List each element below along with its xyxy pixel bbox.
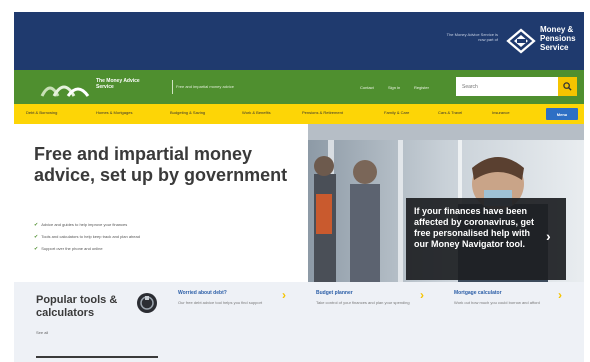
search-input[interactable] <box>456 77 558 96</box>
mas-notice: The Money Advice Service is now part of <box>446 32 498 42</box>
site-header: The Money Advice Service Free and impart… <box>14 70 584 104</box>
hero-section: Free and impartial money advice, set up … <box>14 124 584 282</box>
tool-card-mortgage[interactable]: Mortgage calculator Work out how much yo… <box>454 288 572 334</box>
tool-name: Budget planner <box>316 290 353 296</box>
site-logo-icon[interactable] <box>40 76 92 98</box>
popular-tools: Popular tools & calculators See all Worr… <box>14 282 584 362</box>
nav-item-pensions[interactable]: Pensions & Retirement <box>302 110 343 115</box>
hero-title: Free and impartial money advice, set up … <box>34 144 288 185</box>
tool-desc: Take control of your finances and plan y… <box>316 300 410 305</box>
search-icon <box>563 82 572 91</box>
util-link-register[interactable]: Register <box>414 85 429 90</box>
see-all-link[interactable]: See all <box>36 330 48 335</box>
coronavirus-promo[interactable]: If your finances have been affected by c… <box>406 198 566 280</box>
nav-item-cars[interactable]: Cars & Travel <box>438 110 462 115</box>
tool-name: Mortgage calculator <box>454 290 502 296</box>
browser-page: The Money Advice Service is now part of … <box>14 12 584 362</box>
calculator-icon <box>137 293 157 313</box>
chevron-right-icon[interactable]: › <box>546 228 551 244</box>
promo-text: If your finances have been affected by c… <box>414 206 535 249</box>
util-link-contact[interactable]: Contact <box>360 85 374 90</box>
nav-item-budgeting[interactable]: Budgeting & Saving <box>170 110 205 115</box>
nav-item-work[interactable]: Work & Benefits <box>242 110 271 115</box>
tools-title: Popular tools & calculators <box>36 294 118 319</box>
header-divider <box>172 80 173 94</box>
mas-name[interactable]: Money & Pensions Service <box>540 25 584 52</box>
hero-bullet: ✔ Support over the phone and online <box>34 246 103 252</box>
chevron-right-icon[interactable]: › <box>282 288 286 302</box>
nav-item-family[interactable]: Family & Care <box>384 110 409 115</box>
chevron-right-icon[interactable]: › <box>558 288 562 302</box>
nav-item-insurance[interactable]: Insurance <box>492 110 510 115</box>
mas-logo-icon[interactable] <box>504 26 538 56</box>
tool-desc: Work out how much you could borrow and a… <box>454 300 540 305</box>
tool-desc: Our free debt advice tool helps you find… <box>178 300 263 305</box>
tick-icon: ✔ <box>34 234 39 240</box>
hero-bullet: ✔ Advice and guides to help improve your … <box>34 222 128 228</box>
tick-icon: ✔ <box>34 246 39 252</box>
tick-icon: ✔ <box>34 222 39 228</box>
nav-item-homes[interactable]: Homes & Mortgages <box>96 110 132 115</box>
brand-name[interactable]: The Money Advice Service <box>96 78 156 90</box>
util-link-sign-in[interactable]: Sign in <box>388 85 400 90</box>
search-button[interactable] <box>558 77 577 96</box>
main-nav: Debt & Borrowing Homes & Mortgages Budge… <box>14 104 584 124</box>
top-bar: The Money Advice Service is now part of … <box>14 12 584 70</box>
header-tagline: Free and impartial money advice <box>176 84 235 89</box>
menu-button[interactable]: Menu <box>546 108 578 120</box>
tool-card-debt[interactable]: Worried about debt? Our free debt advice… <box>178 288 296 334</box>
tool-card-budget[interactable]: Budget planner Take control of your fina… <box>316 288 434 334</box>
chevron-right-icon[interactable]: › <box>420 288 424 302</box>
tools-underline <box>36 356 158 358</box>
hero-bullet: ✔ Tools and calculators to help keep trac… <box>34 234 140 240</box>
tool-name: Worried about debt? <box>178 290 227 296</box>
nav-item-debt[interactable]: Debt & Borrowing <box>26 110 57 115</box>
